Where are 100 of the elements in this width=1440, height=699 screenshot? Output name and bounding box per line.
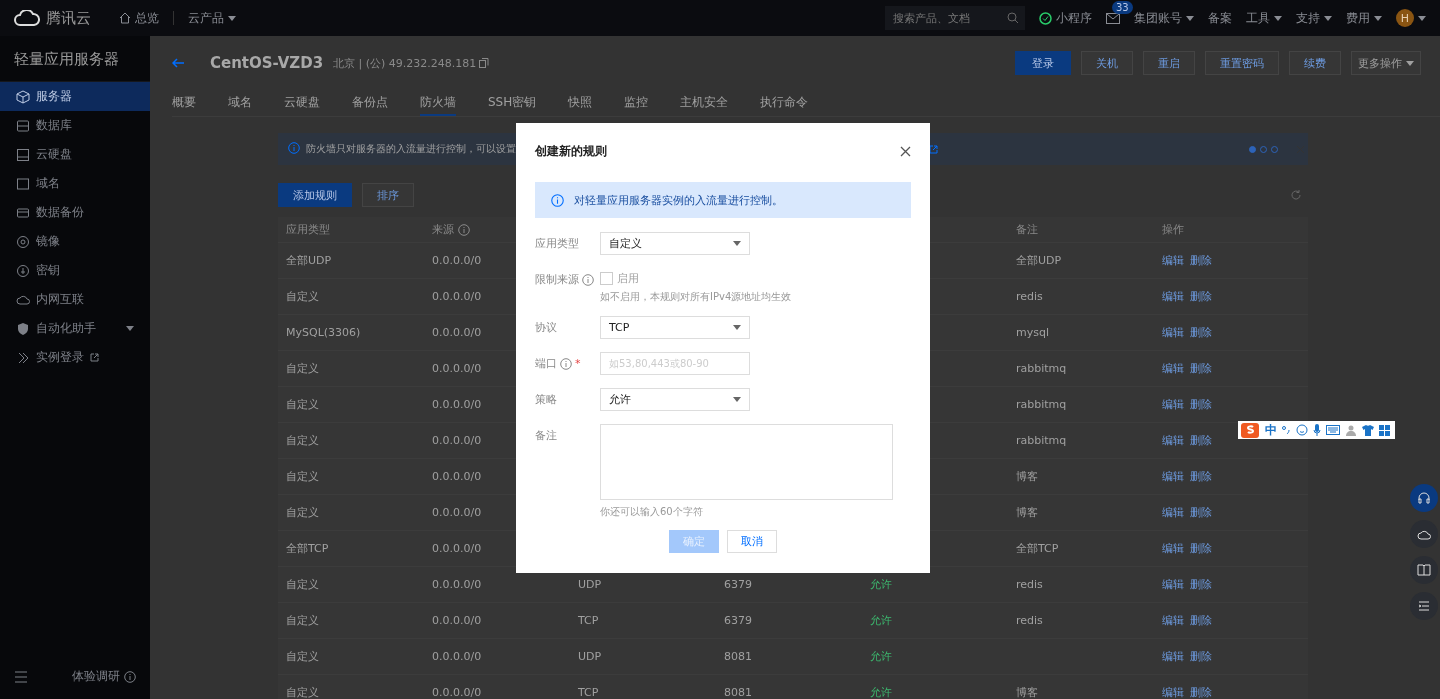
back-arrow-icon[interactable] [172, 58, 184, 68]
table-cell: redis [1016, 614, 1043, 627]
row-action-link[interactable]: 编辑 [1162, 649, 1184, 664]
mail-icon[interactable] [1106, 12, 1120, 24]
cloud-button[interactable] [1410, 520, 1438, 548]
row-action-link[interactable]: 编辑 [1162, 325, 1184, 340]
external-link-icon[interactable] [929, 144, 938, 154]
table-cell: 0.0.0.0/0 [432, 506, 482, 519]
action-button[interactable]: 重置密码 [1205, 51, 1279, 75]
search-input[interactable]: 搜索产品、文档 [891, 10, 995, 26]
row-action-link[interactable]: 编辑 [1162, 613, 1184, 628]
row-action-link[interactable]: 删除 [1190, 541, 1212, 556]
close-button[interactable] [900, 146, 911, 157]
tab[interactable]: 备份点 [352, 90, 400, 116]
emoji-icon[interactable] [1296, 424, 1308, 436]
tab[interactable]: 防火墙 [420, 90, 456, 116]
table-cell: 0.0.0.0/0 [432, 434, 482, 447]
row-action-link[interactable]: 编辑 [1162, 541, 1184, 556]
tab[interactable]: 监控 [624, 90, 661, 116]
nav-link[interactable]: 备案 [1208, 9, 1232, 27]
tab[interactable]: 域名 [228, 90, 264, 116]
row-action-link[interactable]: 删除 [1190, 253, 1212, 268]
row-action-link[interactable]: 编辑 [1162, 685, 1184, 699]
tab[interactable]: 云硬盘 [284, 90, 332, 116]
sidebar-item[interactable]: 镜像 [0, 227, 150, 256]
punctuation-icon[interactable] [1282, 425, 1291, 435]
search-field[interactable]: 搜索产品、文档 [885, 6, 1025, 30]
row-action-link[interactable]: 编辑 [1162, 469, 1184, 484]
grid-icon[interactable] [1379, 424, 1390, 436]
select-field[interactable]: 允许 [600, 388, 750, 411]
row-action-link[interactable]: 编辑 [1162, 361, 1184, 376]
row-action-link[interactable]: 删除 [1190, 397, 1212, 412]
action-button[interactable]: 更多操作 [1351, 51, 1421, 75]
cancel-button[interactable]: 取消 [727, 530, 777, 553]
tab[interactable]: SSH密钥 [488, 90, 549, 116]
row-action-link[interactable]: 编辑 [1162, 397, 1184, 412]
action-button[interactable]: 登录 [1015, 51, 1071, 75]
tab[interactable]: 概要 [172, 90, 208, 116]
docs-button[interactable] [1410, 556, 1438, 584]
row-action-link[interactable]: 删除 [1190, 577, 1212, 592]
nav-link[interactable]: 工具 [1246, 9, 1282, 27]
sidebar-item[interactable]: 云硬盘 [0, 140, 150, 169]
column-header: 备注 [1016, 222, 1038, 237]
carousel-dot[interactable] [1249, 145, 1256, 153]
row-action-link[interactable]: 删除 [1190, 469, 1212, 484]
refresh-icon[interactable] [1290, 189, 1302, 201]
sidebar-item[interactable]: 实例登录 [0, 343, 150, 372]
row-action-link[interactable]: 编辑 [1162, 505, 1184, 520]
tab[interactable]: 主机安全 [680, 90, 741, 116]
row-action-link[interactable]: 删除 [1190, 289, 1212, 304]
input-method-logo-icon[interactable] [1240, 421, 1260, 439]
tab[interactable]: 执行命令 [760, 90, 821, 116]
row-action-link[interactable]: 编辑 [1162, 577, 1184, 592]
checkbox[interactable] [600, 271, 613, 285]
ime-mode[interactable]: 中 [1265, 421, 1277, 439]
row-action-link[interactable]: 删除 [1190, 613, 1212, 628]
copy-icon[interactable] [479, 58, 490, 68]
products-menu[interactable]: 云产品 [188, 9, 236, 27]
row-action-link[interactable]: 删除 [1190, 685, 1212, 699]
sidebar-item[interactable]: 数据备份 [0, 198, 150, 227]
select-field[interactable]: 自定义 [600, 232, 750, 255]
row-action-link[interactable]: 删除 [1190, 649, 1212, 664]
survey-link[interactable]: 体验调研 [72, 668, 136, 685]
action-button[interactable]: 重启 [1143, 51, 1195, 75]
action-button[interactable]: 续费 [1289, 51, 1341, 75]
sidebar-item[interactable]: 服务器 [0, 82, 150, 111]
add-rule-button[interactable]: 添加规则 [278, 183, 352, 207]
nav-link[interactable]: 费用 [1346, 9, 1382, 27]
info-text: 对轻量应用服务器实例的入流量进行控制。 [574, 192, 783, 208]
instance-name: CentOS-VZD3 [210, 54, 324, 72]
mini-program-link[interactable]: 小程序 [1039, 9, 1092, 27]
sidebar-item[interactable]: 自动化助手 [0, 314, 150, 343]
sidebar-item[interactable]: 域名 [0, 169, 150, 198]
tab[interactable]: 快照 [568, 90, 605, 116]
sidebar-item[interactable]: 内网互联 [0, 285, 150, 314]
list-button[interactable] [1410, 592, 1438, 620]
sidebar-item[interactable]: 数据库 [0, 111, 150, 140]
select-field[interactable]: TCP [600, 316, 750, 339]
checkbox-label[interactable]: 启用 [617, 270, 639, 286]
row-action-link[interactable]: 删除 [1190, 505, 1212, 520]
keyboard-icon[interactable] [1326, 425, 1340, 435]
row-action-link[interactable]: 编辑 [1162, 289, 1184, 304]
user-avatar[interactable]: H [1396, 9, 1414, 27]
row-action-link[interactable]: 删除 [1190, 361, 1212, 376]
support-button[interactable] [1410, 484, 1438, 512]
sort-button[interactable]: 排序 [362, 183, 414, 207]
table-cell: 博客 [1016, 505, 1038, 520]
row-action-link[interactable]: 删除 [1190, 433, 1212, 448]
overview-link[interactable]: 总览 [119, 9, 159, 27]
menu-icon[interactable] [14, 670, 28, 683]
row-action-link[interactable]: 删除 [1190, 325, 1212, 340]
row-action-link[interactable]: 编辑 [1162, 253, 1184, 268]
nav-link[interactable]: 集团账号 [1134, 9, 1194, 27]
action-button[interactable]: 关机 [1081, 51, 1133, 75]
user-icon[interactable] [1345, 424, 1357, 436]
shirt-icon[interactable] [1362, 424, 1374, 436]
sidebar-item[interactable]: 密钥 [0, 256, 150, 285]
row-action-link[interactable]: 编辑 [1162, 433, 1184, 448]
microphone-icon[interactable] [1313, 424, 1321, 436]
nav-link[interactable]: 支持 [1296, 9, 1332, 27]
